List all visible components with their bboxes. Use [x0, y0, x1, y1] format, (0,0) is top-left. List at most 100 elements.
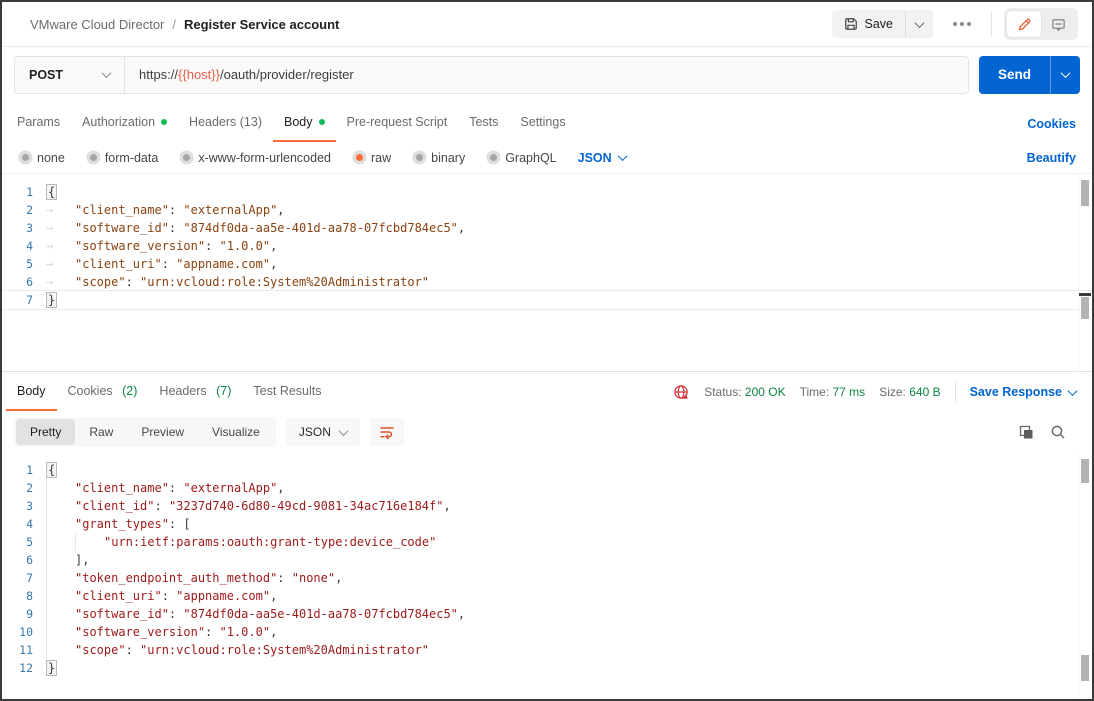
tab-label: Pre-request Script — [347, 115, 448, 129]
code-line[interactable]: 2→"client_name": "externalApp", — [2, 201, 1092, 219]
view-pretty[interactable]: Pretty — [16, 419, 75, 445]
save-response-label: Save Response — [970, 385, 1062, 399]
save-options-button[interactable] — [905, 12, 933, 37]
code-text: ], — [46, 551, 89, 569]
search-icon[interactable] — [1050, 424, 1066, 440]
response-tab-cookies[interactable]: Cookies (2) — [57, 384, 149, 411]
scrollbar-thumb[interactable] — [1081, 655, 1089, 681]
code-line[interactable]: 5"urn:ietf:params:oauth:grant-type:devic… — [2, 533, 1092, 551]
code-line[interactable]: 3"client_id": "3237d740-6d80-49cd-9081-3… — [2, 497, 1092, 515]
code-line[interactable]: 4"grant_types": [ — [2, 515, 1092, 533]
code-line[interactable]: 10"software_version": "1.0.0", — [2, 623, 1092, 641]
scrollbar-thumb[interactable] — [1081, 459, 1089, 483]
docs-comments-button[interactable] — [1041, 11, 1075, 37]
cursor-line-marker — [1079, 293, 1091, 296]
ssl-warning-icon[interactable] — [673, 384, 690, 401]
response-body-viewer[interactable]: 1{2"client_name": "externalApp",3"client… — [2, 453, 1092, 699]
line-number: 7 — [2, 291, 46, 309]
body-format-select[interactable]: JSON — [578, 151, 626, 165]
chevron-down-icon — [617, 151, 627, 161]
body-type-binary[interactable]: binary — [412, 151, 465, 165]
send-button[interactable]: Send — [979, 56, 1050, 94]
tab-label: Settings — [520, 115, 565, 129]
code-line[interactable]: 8"client_uri": "appname.com", — [2, 587, 1092, 605]
edit-mode-button[interactable] — [1007, 11, 1041, 37]
token-brace: { — [46, 184, 57, 200]
code-line[interactable]: 6→"scope": "urn:vcloud:role:System%20Adm… — [2, 273, 1092, 291]
radio-icon — [490, 154, 497, 161]
request-body-editor[interactable]: 1{2→"client_name": "externalApp",3→"soft… — [2, 174, 1092, 372]
request-editor-scrollbar[interactable] — [1078, 174, 1092, 371]
body-type-graphql[interactable]: GraphQL — [486, 151, 556, 165]
tab-params[interactable]: Params — [6, 115, 71, 142]
code-line[interactable]: 3→"software_id": "874df0da-aa5e-401d-aa7… — [2, 219, 1092, 237]
response-tab-headers[interactable]: Headers (7) — [148, 384, 242, 411]
tab-arrow: → — [46, 201, 75, 219]
indent-guide — [46, 641, 75, 659]
response-tab-list: BodyCookies (2)Headers (7)Test Results — [6, 384, 333, 411]
tab-authorization[interactable]: Authorization — [71, 115, 178, 142]
response-editor-scrollbar[interactable] — [1078, 453, 1092, 699]
code-line[interactable]: 12} — [2, 659, 1092, 677]
tab-label: Headers (13) — [189, 115, 262, 129]
method-label: POST — [29, 68, 63, 82]
code-line[interactable]: 6], — [2, 551, 1092, 569]
code-line[interactable]: 7"token_endpoint_auth_method": "none", — [2, 569, 1092, 587]
tab-headers-13[interactable]: Headers (13) — [178, 115, 273, 142]
radio-icon — [90, 154, 97, 161]
token-pun: : — [169, 481, 183, 495]
body-type-x-www-form-urlencoded[interactable]: x-www-form-urlencoded — [179, 151, 331, 165]
body-type-raw[interactable]: raw — [352, 151, 391, 165]
save-response-button[interactable]: Save Response — [970, 385, 1076, 399]
breadcrumb-collection[interactable]: VMware Cloud Director — [30, 17, 164, 32]
line-number: 6 — [2, 273, 46, 291]
send-options-button[interactable] — [1050, 56, 1080, 94]
more-options-icon[interactable] — [945, 22, 979, 26]
save-button[interactable]: Save — [832, 10, 906, 38]
indent-guide — [46, 497, 75, 515]
url-input[interactable]: https://{{host}}/oauth/provider/register — [125, 67, 354, 82]
tab-settings[interactable]: Settings — [509, 115, 576, 142]
token-str: "appname.com" — [176, 257, 270, 271]
cookies-link[interactable]: Cookies — [1015, 117, 1088, 142]
request-url-row: POST https://{{host}}/oauth/provider/reg… — [2, 47, 1092, 102]
body-type-none[interactable]: none — [18, 151, 65, 165]
save-button-group: Save — [832, 10, 934, 38]
code-line[interactable]: 1{ — [2, 461, 1092, 479]
code-line[interactable]: 4→"software_version": "1.0.0", — [2, 237, 1092, 255]
code-text: →"scope": "urn:vcloud:role:System%20Admi… — [46, 273, 429, 291]
tab-arrow: → — [46, 255, 75, 273]
token-str: "1.0.0" — [220, 239, 271, 253]
breadcrumb-request-name[interactable]: Register Service account — [184, 17, 339, 32]
method-select[interactable]: POST — [15, 57, 125, 93]
code-line[interactable]: 7} — [2, 291, 1092, 309]
status-dot — [319, 119, 325, 125]
code-line[interactable]: 1{ — [2, 183, 1092, 201]
scrollbar-thumb[interactable] — [1081, 180, 1089, 206]
tab-pre-request-script[interactable]: Pre-request Script — [336, 115, 459, 142]
response-tab-body[interactable]: Body — [6, 384, 57, 411]
code-line[interactable]: 5→"client_uri": "appname.com", — [2, 255, 1092, 273]
code-line[interactable]: 2"client_name": "externalApp", — [2, 479, 1092, 497]
copy-icon[interactable] — [1018, 424, 1034, 440]
body-type-form-data[interactable]: form-data — [86, 151, 159, 165]
view-preview[interactable]: Preview — [127, 419, 198, 445]
token-pun: , — [270, 239, 277, 253]
line-number: 6 — [2, 551, 46, 569]
response-format-select[interactable]: JSON — [286, 418, 360, 446]
token-pun: , — [270, 257, 277, 271]
code-line[interactable]: 9"software_id": "874df0da-aa5e-401d-aa78… — [2, 605, 1092, 623]
tab-tests[interactable]: Tests — [458, 115, 509, 142]
response-tab-test-results[interactable]: Test Results — [242, 384, 332, 411]
view-visualize[interactable]: Visualize — [198, 419, 274, 445]
token-pun: , — [270, 625, 277, 639]
view-raw[interactable]: Raw — [75, 419, 127, 445]
code-text: { — [46, 461, 57, 479]
code-line[interactable]: 11"scope": "urn:vcloud:role:System%20Adm… — [2, 641, 1092, 659]
wrap-lines-button[interactable] — [370, 418, 404, 446]
token-key: "software_id" — [75, 607, 169, 621]
tab-label: Tests — [469, 115, 498, 129]
line-number: 4 — [2, 237, 46, 255]
beautify-link[interactable]: Beautify — [1027, 151, 1076, 165]
tab-body[interactable]: Body — [273, 115, 336, 142]
